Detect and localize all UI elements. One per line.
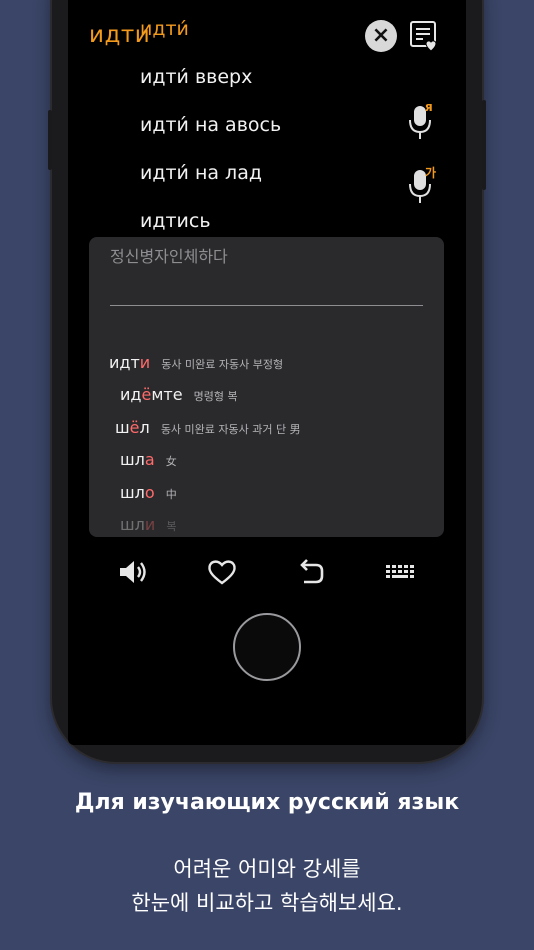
- suggestion-item[interactable]: идти́ вверх: [140, 66, 252, 88]
- form-text: идт: [109, 353, 140, 372]
- form-text: ид: [120, 385, 142, 404]
- promo-subtext-line: 어려운 어미와 강세를: [173, 857, 361, 881]
- phone-side-button: [48, 110, 52, 170]
- phone-side-button: [482, 100, 486, 190]
- suggestion-item[interactable]: идти́: [140, 18, 189, 40]
- form-text: шл: [120, 450, 145, 469]
- conjugation-panel: 정신병자인체하다 идти 동사 미완료 자동사 부정형 идёмте 명령형 …: [89, 237, 444, 537]
- russian-voice-button[interactable]: я: [406, 100, 442, 142]
- form-text: шл: [120, 515, 145, 534]
- grammar-tag: 女: [165, 455, 177, 468]
- grammar-tag: 동사 미완료 자동사 부정형: [161, 358, 284, 371]
- close-icon: ×: [371, 23, 391, 48]
- heart-icon[interactable]: [205, 556, 239, 588]
- stressed-vowel: ё: [129, 418, 140, 437]
- mic-language-badge: я: [425, 100, 433, 114]
- status-bar: [68, 0, 466, 4]
- promo-headline: Для изучающих русский язык: [74, 790, 460, 815]
- conjugation-row[interactable]: шли 복: [120, 515, 177, 534]
- undo-icon[interactable]: [294, 556, 328, 588]
- form-text: мте: [151, 385, 183, 404]
- home-button[interactable]: [233, 613, 301, 681]
- keyboard-icon[interactable]: [383, 556, 417, 588]
- mic-language-badge: 가: [425, 166, 437, 180]
- input-underline: [110, 305, 423, 306]
- grammar-tag: 복: [166, 520, 177, 533]
- favorites-list-icon[interactable]: [408, 20, 440, 52]
- stressed-vowel: и: [144, 515, 156, 534]
- stressed-vowel: а: [144, 450, 155, 469]
- korean-input-field[interactable]: 정신병자인체하다: [110, 243, 228, 267]
- form-text: л: [139, 418, 150, 437]
- speaker-icon[interactable]: [116, 556, 150, 588]
- conjugation-row[interactable]: шёл 동사 미완료 자동사 과거 단 男: [115, 418, 301, 437]
- grammar-tag: 동사 미완료 자동사 과거 단 男: [160, 423, 301, 436]
- clear-button[interactable]: ×: [365, 20, 397, 52]
- stressed-vowel: и: [139, 353, 151, 372]
- stressed-vowel: ё: [141, 385, 152, 404]
- korean-voice-button[interactable]: 가: [406, 166, 442, 206]
- grammar-tag: 中: [165, 488, 177, 501]
- promo-subtext-line: 한눈에 비교하고 학습해보세요.: [131, 891, 403, 915]
- stressed-vowel: о: [144, 483, 155, 502]
- app-screen: идти × идти́ идти́ вверх идти́ на авось …: [68, 0, 466, 745]
- form-text: шл: [120, 483, 145, 502]
- suggestion-item[interactable]: идти́ на авось: [140, 114, 281, 136]
- phone-frame: идти × идти́ идти́ вверх идти́ на авось …: [48, 0, 486, 762]
- suggestion-item[interactable]: идтись: [140, 210, 211, 232]
- conjugation-row[interactable]: шло 中: [120, 483, 177, 502]
- conjugation-row[interactable]: идёмте 명령형 복: [120, 385, 238, 404]
- form-text: ш: [115, 418, 130, 437]
- promo-subtext: 어려운 어미와 강세를 한눈에 비교하고 학습해보세요.: [0, 852, 534, 920]
- suggestion-item[interactable]: идти́ на лад: [140, 162, 262, 184]
- conjugation-row[interactable]: шла 女: [120, 450, 177, 469]
- conjugation-row[interactable]: идти 동사 미완료 자동사 부정형: [109, 353, 283, 372]
- grammar-tag: 명령형 복: [193, 390, 238, 403]
